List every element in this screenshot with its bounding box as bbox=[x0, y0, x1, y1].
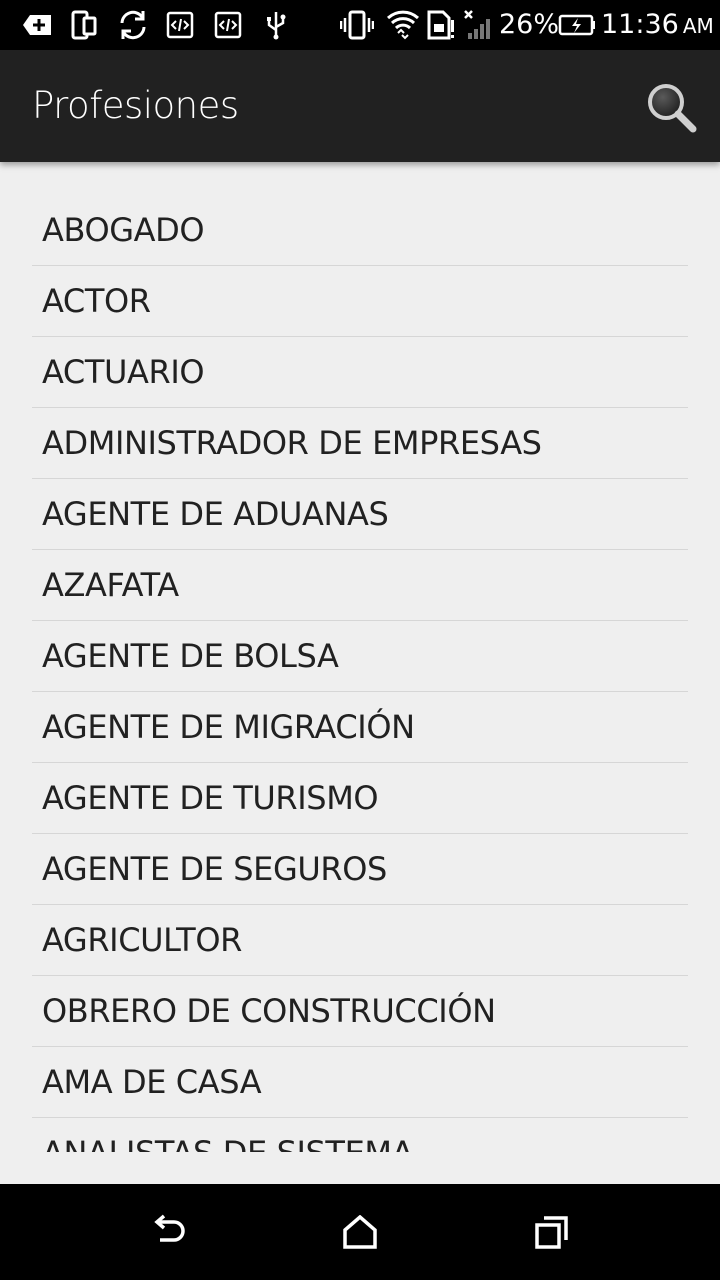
battery-percent: 26% bbox=[499, 9, 560, 40]
list-item[interactable]: AMA DE CASA bbox=[32, 1047, 688, 1118]
search-button[interactable] bbox=[644, 80, 700, 136]
status-bar: 26% 11:36 AM bbox=[0, 0, 720, 50]
list-item[interactable]: AZAFATA bbox=[32, 550, 688, 621]
list-item-label: AGENTE DE SEGUROS bbox=[42, 850, 387, 888]
list-item-label: AGENTE DE BOLSA bbox=[42, 637, 339, 675]
list-item-label: OBRERO DE CONSTRUCCIÓN bbox=[42, 992, 496, 1030]
list-item-label: ANALISTAS DE SISTEMA bbox=[42, 1118, 414, 1152]
list-item[interactable]: AGENTE DE ADUANAS bbox=[32, 479, 688, 550]
home-button[interactable] bbox=[330, 1202, 390, 1262]
sim-icon bbox=[424, 0, 456, 50]
list-item[interactable]: AGENTE DE MIGRACIÓN bbox=[32, 692, 688, 763]
list-item[interactable]: ABOGADO bbox=[32, 195, 688, 266]
list-item[interactable]: AGRICULTOR bbox=[32, 905, 688, 976]
list-item-label: AGENTE DE ADUANAS bbox=[42, 495, 389, 533]
list-item-label: AMA DE CASA bbox=[42, 1063, 262, 1101]
list-item[interactable]: ACTUARIO bbox=[32, 337, 688, 408]
recents-icon bbox=[535, 1216, 568, 1249]
app-bar: Profesiones bbox=[0, 50, 720, 162]
clock-ampm: AM bbox=[682, 14, 714, 38]
sync-icon bbox=[114, 0, 152, 50]
page-title: Profesiones bbox=[32, 84, 239, 127]
list-item-label: AGENTE DE MIGRACIÓN bbox=[42, 708, 415, 746]
list-item-label: ADMINISTRADOR DE EMPRESAS bbox=[42, 424, 542, 462]
list-item[interactable]: ANALISTAS DE SISTEMA bbox=[32, 1118, 688, 1152]
add-notification-icon bbox=[20, 0, 54, 50]
wifi-icon bbox=[385, 0, 421, 50]
back-button[interactable] bbox=[138, 1202, 198, 1262]
list-item-label: AZAFATA bbox=[42, 566, 179, 604]
list-item-label: ACTOR bbox=[42, 282, 151, 320]
list-item-label: AGRICULTOR bbox=[42, 921, 242, 959]
list-item[interactable]: AGENTE DE BOLSA bbox=[32, 621, 688, 692]
device-icon bbox=[68, 0, 100, 50]
usb-icon bbox=[263, 0, 289, 50]
vibrate-icon bbox=[340, 0, 374, 50]
list-item[interactable]: ACTOR bbox=[32, 266, 688, 337]
battery-charging-icon bbox=[558, 0, 596, 50]
signal-icon bbox=[461, 0, 495, 50]
code-icon bbox=[213, 0, 243, 50]
navigation-bar bbox=[0, 1184, 720, 1280]
clock-time: 11:36 bbox=[601, 9, 679, 40]
search-icon bbox=[648, 84, 697, 133]
home-icon bbox=[343, 1215, 377, 1249]
list-item[interactable]: ADMINISTRADOR DE EMPRESAS bbox=[32, 408, 688, 479]
list-item-label: ACTUARIO bbox=[42, 353, 205, 391]
list-item[interactable]: OBRERO DE CONSTRUCCIÓN bbox=[32, 976, 688, 1047]
clock: 11:36 AM bbox=[601, 0, 714, 50]
list-item-label: AGENTE DE TURISMO bbox=[42, 779, 379, 817]
code-icon bbox=[165, 0, 195, 50]
professions-list[interactable]: ABOGADO ACTOR ACTUARIO ADMINISTRADOR DE … bbox=[0, 162, 720, 1152]
list-item-label: ABOGADO bbox=[42, 211, 205, 249]
back-icon bbox=[154, 1214, 185, 1242]
list-item[interactable]: AGENTE DE TURISMO bbox=[32, 763, 688, 834]
list-item[interactable]: AGENTE DE SEGUROS bbox=[32, 834, 688, 905]
recents-button[interactable] bbox=[522, 1202, 582, 1262]
